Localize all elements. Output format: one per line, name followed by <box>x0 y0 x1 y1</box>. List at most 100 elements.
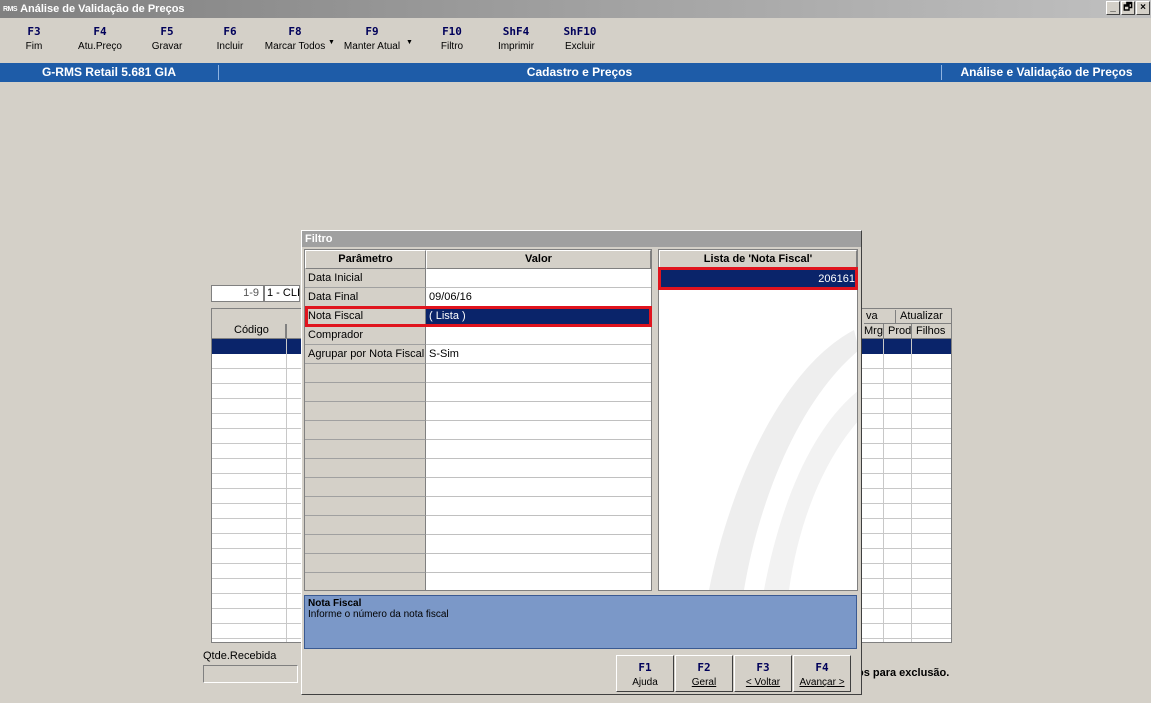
param-row-empty[interactable] <box>305 421 651 440</box>
param-value-field[interactable] <box>426 497 651 516</box>
toolbar-incluir-button[interactable]: F6 Incluir <box>208 25 252 52</box>
toolbar-key: F4 <box>93 25 107 38</box>
param-value-field[interactable]: 09/06/16 <box>426 288 651 307</box>
toolbar-label: Filtro <box>440 41 464 52</box>
toolbar-key: F6 <box>223 25 237 38</box>
param-label: Nota Fiscal <box>305 307 426 326</box>
voltar-button[interactable]: F3 < Voltar <box>734 655 792 692</box>
param-label <box>305 554 426 573</box>
param-row-empty[interactable] <box>305 459 651 478</box>
button-label: Ajuda <box>632 677 658 688</box>
toolbar-label: Fim <box>25 41 43 52</box>
param-row-empty[interactable] <box>305 478 651 497</box>
param-row-empty[interactable] <box>305 554 651 573</box>
param-value-field[interactable] <box>426 421 651 440</box>
param-row-empty[interactable] <box>305 383 651 402</box>
param-label <box>305 478 426 497</box>
toolbar-atu-preco-button[interactable]: F4 Atu.Preço <box>74 25 126 52</box>
filter-dialog: Filtro Parâmetro Valor Data Inicial Data… <box>301 230 862 695</box>
ajuda-button[interactable]: F1 Ajuda <box>616 655 674 692</box>
param-label <box>305 402 426 421</box>
toolbar-label: Incluir <box>216 41 244 52</box>
app-icon: RMS <box>3 5 18 13</box>
toolbar-excluir-button[interactable]: ShF10 Excluir <box>558 25 602 52</box>
grid-col-filhos: Filhos <box>916 325 946 337</box>
param-row-empty[interactable] <box>305 402 651 421</box>
dialog-title: Filtro <box>302 231 861 247</box>
toolbar-label: Atu.Preço <box>78 41 122 52</box>
param-value-field[interactable] <box>426 573 651 590</box>
param-value-field[interactable] <box>426 459 651 478</box>
grid-divider <box>911 339 912 642</box>
param-value-field[interactable] <box>426 269 651 288</box>
list-item[interactable]: 206161 <box>659 270 857 289</box>
help-panel: Nota Fiscal Informe o número da nota fis… <box>304 595 857 649</box>
help-text: Informe o número da nota fiscal <box>308 609 449 620</box>
minimize-button[interactable]: _ <box>1106 1 1120 15</box>
param-value-field[interactable]: ( Lista ) <box>426 307 651 326</box>
watermark-swoosh-icon <box>709 330 857 590</box>
close-button[interactable]: × <box>1136 1 1150 15</box>
button-key: F4 <box>815 661 829 674</box>
grid-divider <box>911 324 912 339</box>
param-row-empty[interactable] <box>305 440 651 459</box>
toolbar-marcar-todos-button[interactable]: F8 Marcar Todos <box>262 25 328 52</box>
parameter-grid-header: Parâmetro Valor <box>305 250 651 269</box>
toolbar-fim-button[interactable]: F3 Fim <box>22 25 46 52</box>
param-row-data-final[interactable]: Data Final 09/06/16 <box>305 288 651 307</box>
toolbar-imprimir-button[interactable]: ShF4 Imprimir <box>494 25 538 52</box>
filter-type-select[interactable]: 1 - CLIENTE <box>264 285 300 302</box>
avancar-button[interactable]: F4 Avançar > <box>793 655 851 692</box>
param-value-field[interactable] <box>426 554 651 573</box>
param-row-empty[interactable] <box>305 573 651 590</box>
param-label: Data Final <box>305 288 426 307</box>
param-label <box>305 535 426 554</box>
chevron-down-icon[interactable]: ▼ <box>406 39 413 46</box>
chevron-down-icon[interactable]: ▼ <box>328 39 335 46</box>
grid-divider <box>883 339 884 642</box>
button-label: Geral <box>691 677 717 688</box>
window-controls: _ 🗗 × <box>1106 1 1150 15</box>
button-key: F3 <box>756 661 770 674</box>
grid-col-codigo: Código <box>234 324 269 336</box>
module-title: Cadastro e Preços <box>526 65 633 79</box>
param-row-empty[interactable] <box>305 497 651 516</box>
param-value-field[interactable] <box>426 402 651 421</box>
screen-title: Análise e Validação de Preços <box>960 65 1133 79</box>
col-parametro-header: Parâmetro <box>305 250 426 269</box>
toolbar-key: F8 <box>288 25 302 38</box>
param-value-field[interactable] <box>426 383 651 402</box>
grid-col-atualizar: Atualizar <box>900 310 943 322</box>
grid-divider <box>286 339 287 642</box>
param-value-field[interactable] <box>426 535 651 554</box>
param-row-empty[interactable] <box>305 516 651 535</box>
toolbar-manter-atual-button[interactable]: F9 Manter Atual <box>340 25 404 52</box>
param-value-field[interactable] <box>426 440 651 459</box>
param-value-field[interactable] <box>426 478 651 497</box>
param-value-field[interactable] <box>426 326 651 345</box>
param-row-empty[interactable] <box>305 535 651 554</box>
param-row-nota-fiscal[interactable]: Nota Fiscal ( Lista ) <box>305 307 651 326</box>
param-value-field[interactable]: S-Sim <box>426 345 651 364</box>
toolbar-gravar-button[interactable]: F5 Gravar <box>143 25 191 52</box>
nota-fiscal-list-panel: Lista de 'Nota Fiscal' 206161 <box>658 249 858 591</box>
param-label: Data Inicial <box>305 269 426 288</box>
param-label <box>305 364 426 383</box>
restore-button[interactable]: 🗗 <box>1121 1 1135 15</box>
toolbar-filtro-button[interactable]: F10 Filtro <box>434 25 470 52</box>
param-label <box>305 516 426 535</box>
geral-button[interactable]: F2 Geral <box>675 655 733 692</box>
qtde-recebida-field[interactable] <box>203 665 298 683</box>
param-value-field[interactable] <box>426 364 651 383</box>
grid-divider <box>895 310 896 324</box>
param-value-field[interactable] <box>426 516 651 535</box>
param-row-agrupar[interactable]: Agrupar por Nota Fiscal S-Sim <box>305 345 651 364</box>
qtde-recebida-label: Qtde.Recebida <box>203 650 277 662</box>
toolbar-label: Marcar Todos <box>264 41 326 52</box>
param-row-data-inicial[interactable]: Data Inicial <box>305 269 651 288</box>
window-title: Análise de Validação de Preços <box>20 3 185 15</box>
col-valor-header: Valor <box>426 250 651 269</box>
param-row-empty[interactable] <box>305 364 651 383</box>
param-row-comprador[interactable]: Comprador <box>305 326 651 345</box>
filter-number-field[interactable]: 1-9 <box>211 285 264 302</box>
